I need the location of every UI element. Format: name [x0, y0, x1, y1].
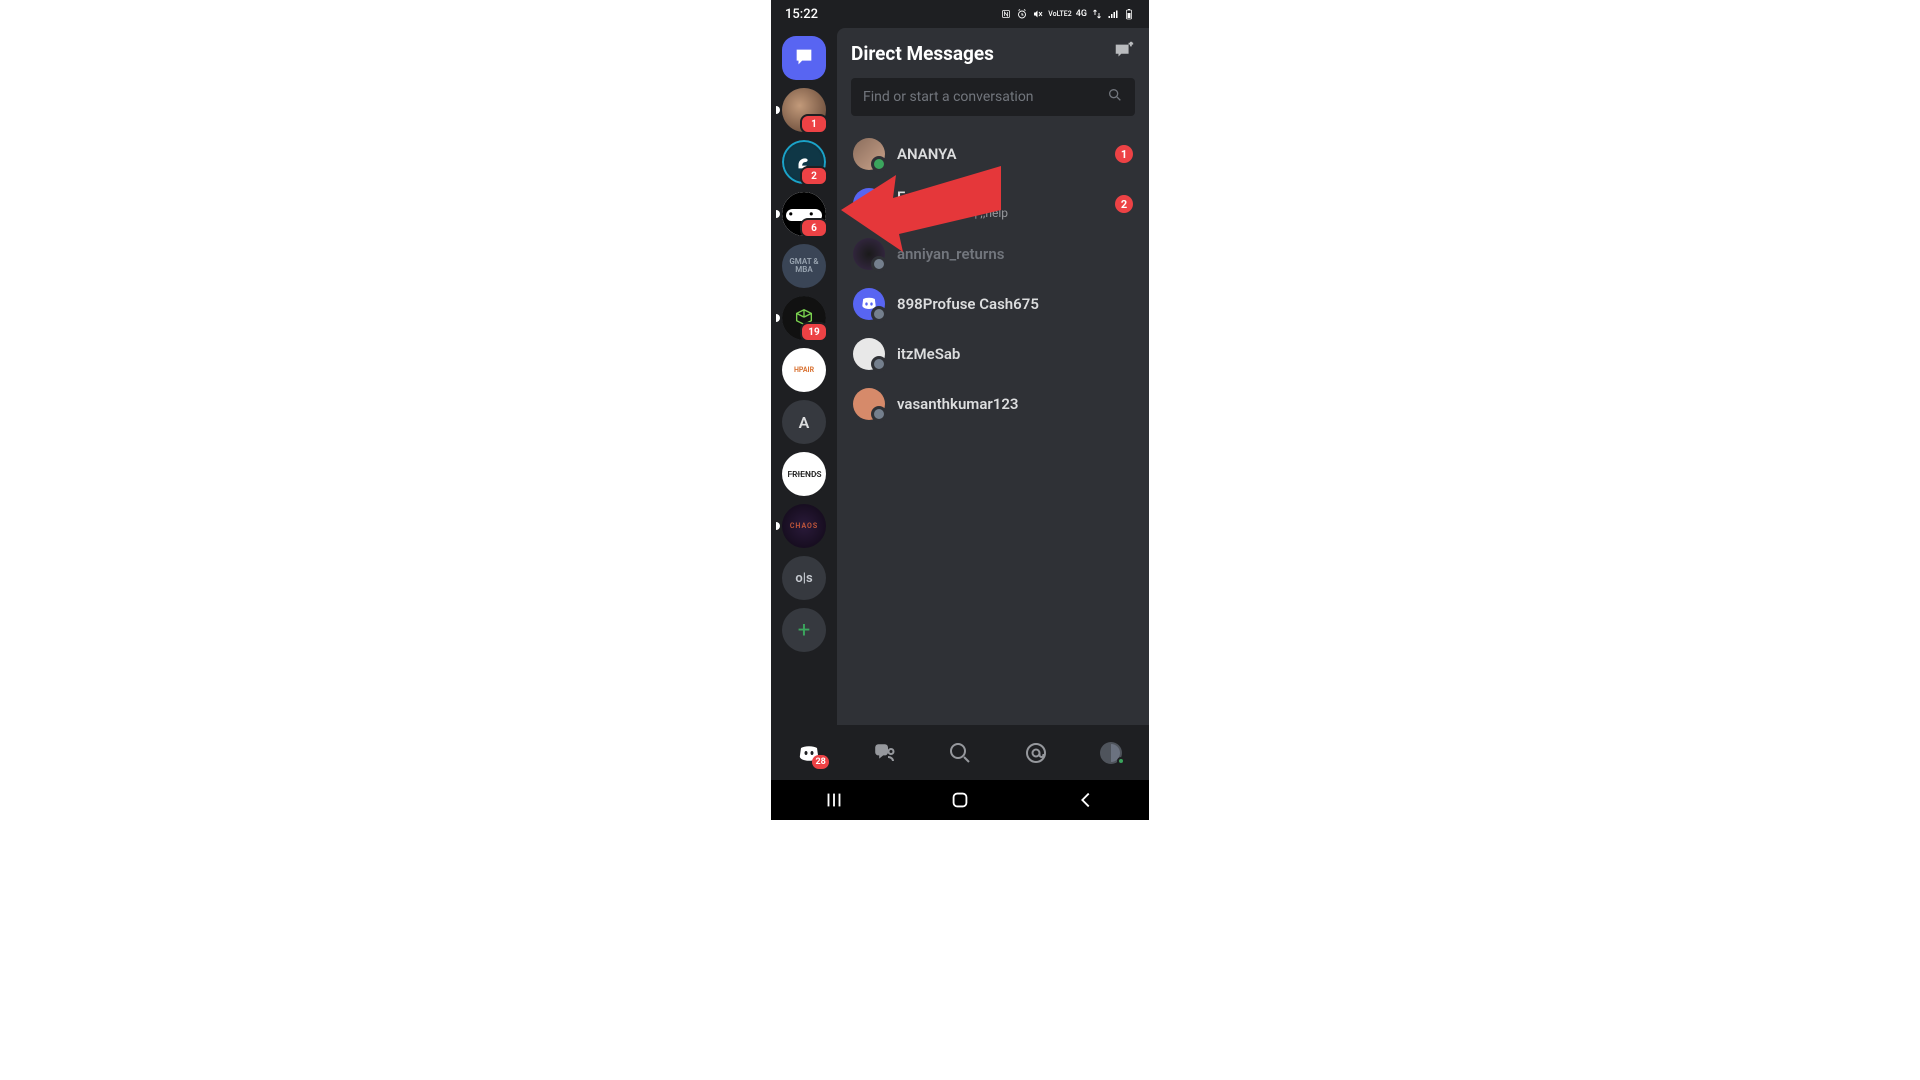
status-time: 15:22 [785, 7, 818, 22]
unread-badge: 1 [1115, 145, 1133, 163]
avatar [853, 238, 885, 270]
server-label: A [799, 413, 810, 432]
search-icon [1107, 87, 1123, 107]
dm-list: ANANYA 1 Fr Playing music | ;;help 2 ann… [851, 132, 1135, 426]
carrier-tech: VoLTE2 [1048, 11, 1071, 18]
server-label: o|s [795, 571, 812, 586]
avatar [853, 388, 885, 420]
nav-home[interactable] [930, 789, 990, 811]
tab-friends[interactable] [864, 733, 904, 773]
tab-search[interactable] [940, 733, 980, 773]
server-item-8[interactable]: F·R·I·E·N·D·S [782, 452, 826, 496]
tab-mentions[interactable] [1016, 733, 1056, 773]
tab-home[interactable]: 28 [789, 733, 829, 773]
server-item-1[interactable]: 1 [782, 88, 826, 132]
alarm-icon [1016, 8, 1028, 20]
dm-name: Fr [897, 188, 1103, 206]
phone-frame: 15:22 VoLTE2 4G [771, 0, 1149, 820]
search-placeholder: Find or start a conversation [863, 89, 1107, 105]
avatar [853, 138, 885, 170]
server-badge: 19 [800, 322, 828, 342]
new-dm-button[interactable] [1113, 40, 1135, 66]
dm-title: Direct Messages [851, 42, 994, 65]
dm-name: anniyan_returns [897, 245, 1133, 263]
dm-item[interactable]: Fr Playing music | ;;help 2 [851, 182, 1135, 226]
network-type: 4G [1076, 9, 1087, 19]
dm-name: itzMeSab [897, 345, 1133, 363]
server-label: F·R·I·E·N·D·S [787, 470, 820, 479]
server-label: CHAOS [790, 522, 818, 530]
server-item-5[interactable]: 19 [782, 296, 826, 340]
server-pill-indicator [776, 314, 780, 322]
app-body: 1 2 6 GMAT & MBA 19 [771, 28, 1149, 725]
server-item-9[interactable]: CHAOS [782, 504, 826, 548]
server-item-2[interactable]: 2 [782, 140, 826, 184]
dm-name: 898Profuse Cash675 [897, 295, 1133, 313]
online-status-dot [1117, 757, 1125, 765]
android-nav-bar [771, 780, 1149, 820]
chat-bubble-icon [793, 46, 815, 71]
server-label: GMAT & MBA [782, 258, 826, 274]
avatar [853, 188, 885, 220]
dm-item[interactable]: 898Profuse Cash675 [851, 282, 1135, 326]
unread-badge: 2 [1115, 195, 1133, 213]
status-right: VoLTE2 4G [1000, 8, 1135, 20]
avatar [853, 288, 885, 320]
server-pill-indicator [776, 106, 780, 114]
server-item-4[interactable]: GMAT & MBA [782, 244, 826, 288]
search-input[interactable]: Find or start a conversation [851, 78, 1135, 116]
server-badge: 6 [800, 218, 828, 238]
add-server-button[interactable]: + [782, 608, 826, 652]
battery-icon [1123, 8, 1135, 20]
android-status-bar: 15:22 VoLTE2 4G [771, 0, 1149, 28]
tab-profile[interactable] [1091, 733, 1131, 773]
server-badge: 2 [800, 166, 828, 186]
status-left: 15:22 [785, 7, 836, 22]
data-arrows-icon [1091, 8, 1103, 20]
dm-item[interactable]: vasanthkumar123 [851, 382, 1135, 426]
dm-panel: Direct Messages Find or start a conversa… [837, 28, 1149, 725]
dm-home-button[interactable] [782, 36, 826, 80]
dm-name: ANANYA [897, 145, 1103, 163]
dm-status: Playing music | ;;help [897, 206, 1103, 220]
server-label: HPAIR [794, 367, 814, 374]
dm-header: Direct Messages [851, 40, 1135, 66]
dm-item[interactable]: itzMeSab [851, 332, 1135, 376]
server-item-7[interactable]: A [782, 400, 826, 444]
dm-name: vasanthkumar123 [897, 395, 1133, 413]
signal-icon [1107, 8, 1119, 20]
nav-recents[interactable] [804, 789, 864, 811]
dm-item[interactable]: ANANYA 1 [851, 132, 1135, 176]
tab-home-badge: 28 [812, 755, 828, 769]
vibrate-mute-icon [1032, 8, 1044, 20]
server-badge: 1 [800, 114, 828, 134]
server-item-10[interactable]: o|s [782, 556, 826, 600]
avatar [853, 338, 885, 370]
server-pill-indicator [776, 210, 780, 218]
plus-icon: + [798, 618, 810, 643]
bottom-tab-bar: 28 [771, 725, 1149, 780]
nav-back[interactable] [1056, 789, 1116, 811]
server-rail[interactable]: 1 2 6 GMAT & MBA 19 [771, 28, 837, 725]
dm-item[interactable]: anniyan_returns [851, 232, 1135, 276]
nfc-icon [1000, 8, 1012, 20]
server-item-6[interactable]: HPAIR [782, 348, 826, 392]
server-pill-indicator [776, 522, 780, 530]
server-item-3[interactable]: 6 [782, 192, 826, 236]
